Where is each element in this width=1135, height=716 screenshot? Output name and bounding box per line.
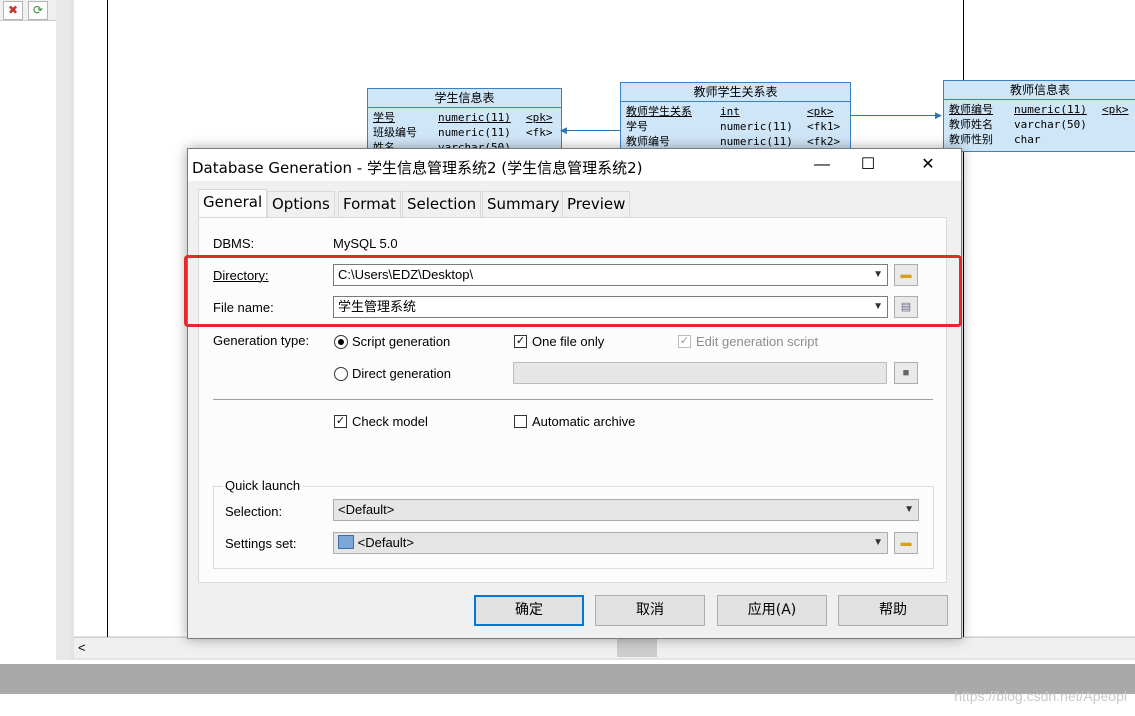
automatic-archive-checkbox[interactable] — [514, 415, 527, 428]
settings-set-value: <Default> — [357, 535, 414, 550]
selection-combo[interactable]: <Default> ▼ — [333, 499, 919, 521]
tab-selection[interactable]: Selection — [402, 191, 482, 217]
dialog-titlebar[interactable]: Database Generation - 学生信息管理系统2 (学生信息管理系… — [188, 149, 961, 181]
connect-button: ■ — [894, 362, 918, 384]
selection-label: Selection: — [225, 504, 283, 519]
automatic-archive-label[interactable]: Automatic archive — [532, 414, 635, 429]
table-entity-teacher-student[interactable]: 教师学生关系表 教师学生关系 int <pk> 学号 numeric(11) <fk1>… — [620, 82, 851, 152]
reference-line-student[interactable] — [562, 130, 620, 131]
column-name: 学号 — [373, 111, 395, 124]
tab-options[interactable]: Options — [267, 191, 335, 217]
help-button[interactable]: 帮助 — [838, 595, 948, 626]
delete-icon[interactable]: ✖ — [3, 1, 23, 20]
database-icon: ■ — [902, 367, 910, 379]
red-highlight-box — [184, 255, 962, 327]
close-button[interactable]: ✕ — [905, 149, 951, 181]
splitter[interactable] — [56, 0, 70, 660]
selection-value: <Default> — [338, 502, 395, 517]
column-name: 学号 — [626, 120, 648, 133]
one-file-only-label[interactable]: One file only — [532, 334, 604, 349]
edit-generation-script-label: Edit generation script — [696, 334, 819, 349]
quick-launch-title: Quick launch — [223, 478, 303, 493]
table-entity-teacher[interactable]: 教师信息表 教师编号 numeric(11) <pk> 教师姓名 varchar(50… — [943, 80, 1135, 152]
page-border-left — [107, 0, 108, 640]
column-name: 班级编号 — [373, 126, 417, 139]
column-type: numeric(11) — [1014, 103, 1087, 116]
tab-general[interactable]: General — [198, 189, 268, 218]
column-key: <fk1> — [807, 120, 841, 133]
dialog-title: Database Generation - 学生信息管理系统2 (学生信息管理系… — [192, 159, 643, 177]
horizontal-scrollbar[interactable]: < — [74, 637, 1135, 658]
tab-summary[interactable]: Summary — [482, 191, 565, 217]
one-file-only-checkbox[interactable]: ✓ — [514, 335, 527, 348]
generation-type-label: Generation type: — [213, 333, 310, 348]
direct-generation-radio[interactable] — [334, 367, 348, 381]
check-model-label[interactable]: Check model — [352, 414, 428, 429]
column-type: numeric(11) — [438, 126, 511, 139]
column-name: 教师姓名 — [949, 118, 993, 131]
chevron-down-icon[interactable]: ▼ — [873, 533, 883, 553]
column-type: numeric(11) — [720, 120, 793, 133]
script-generation-radio[interactable] — [334, 335, 348, 349]
column-key: <pk> — [526, 111, 553, 124]
settings-set-combo[interactable]: <Default> ▼ — [333, 532, 888, 554]
column-key: <pk> — [807, 105, 834, 118]
settings-browse-button[interactable]: ▬ — [894, 532, 918, 554]
arrowhead-left-icon: ◀ — [560, 125, 567, 135]
tab-format[interactable]: Format — [338, 191, 401, 217]
browser-toolbar: ✖ ⟳ — [0, 0, 56, 21]
column-type: numeric(11) — [438, 111, 511, 124]
column-name: 教师编号 — [949, 103, 993, 116]
minimize-button[interactable]: — — [799, 149, 845, 181]
settings-icon — [338, 535, 354, 549]
column-type: varchar(50) — [1014, 118, 1087, 131]
column-key: <pk> — [1102, 103, 1129, 116]
tab-preview[interactable]: Preview — [562, 191, 631, 217]
entity-title: 教师学生关系表 — [621, 83, 850, 102]
data-source-field — [513, 362, 887, 384]
column-type: numeric(11) — [720, 135, 793, 148]
cancel-button[interactable]: 取消 — [595, 595, 705, 626]
column-name: 教师性别 — [949, 133, 993, 146]
database-generation-dialog: Database Generation - 学生信息管理系统2 (学生信息管理系… — [184, 148, 962, 639]
column-name: 教师学生关系 — [626, 105, 692, 118]
maximize-button[interactable]: ☐ — [845, 149, 891, 181]
entity-title: 学生信息表 — [368, 89, 561, 108]
folder-icon: ▬ — [900, 537, 912, 549]
scroll-left-arrow-icon[interactable]: < — [78, 640, 86, 655]
entity-title: 教师信息表 — [944, 81, 1135, 100]
watermark: https://blog.csdn.net/Apeopl — [954, 688, 1127, 704]
scroll-thumb[interactable] — [617, 638, 657, 657]
dbms-value: MySQL 5.0 — [333, 236, 398, 251]
chevron-down-icon[interactable]: ▼ — [904, 500, 914, 520]
column-key: <fk2> — [807, 135, 841, 148]
column-type: char — [1014, 133, 1041, 146]
table-entity-student[interactable]: 学生信息表 学号 numeric(11) <pk> 班级编号 numeric(11) <… — [367, 88, 562, 152]
ok-button[interactable]: 确定 — [474, 595, 584, 626]
apply-button[interactable]: 应用(A) — [717, 595, 827, 626]
edit-generation-script-checkbox: ✓ — [678, 335, 691, 348]
reference-line-teacher[interactable] — [850, 115, 938, 116]
settings-set-label: Settings set: — [225, 536, 297, 551]
column-name: 教师编号 — [626, 135, 670, 148]
refresh-icon[interactable]: ⟳ — [28, 1, 48, 20]
check-model-checkbox[interactable]: ✓ — [334, 415, 347, 428]
model-browser-panel — [0, 0, 57, 640]
script-generation-label[interactable]: Script generation — [352, 334, 450, 349]
dbms-label: DBMS: — [213, 236, 255, 251]
direct-generation-label[interactable]: Direct generation — [352, 366, 451, 381]
separator — [213, 399, 933, 400]
arrowhead-right-icon: ▶ — [935, 110, 942, 120]
column-key: <fk> — [526, 126, 553, 139]
column-type: int — [720, 105, 740, 118]
